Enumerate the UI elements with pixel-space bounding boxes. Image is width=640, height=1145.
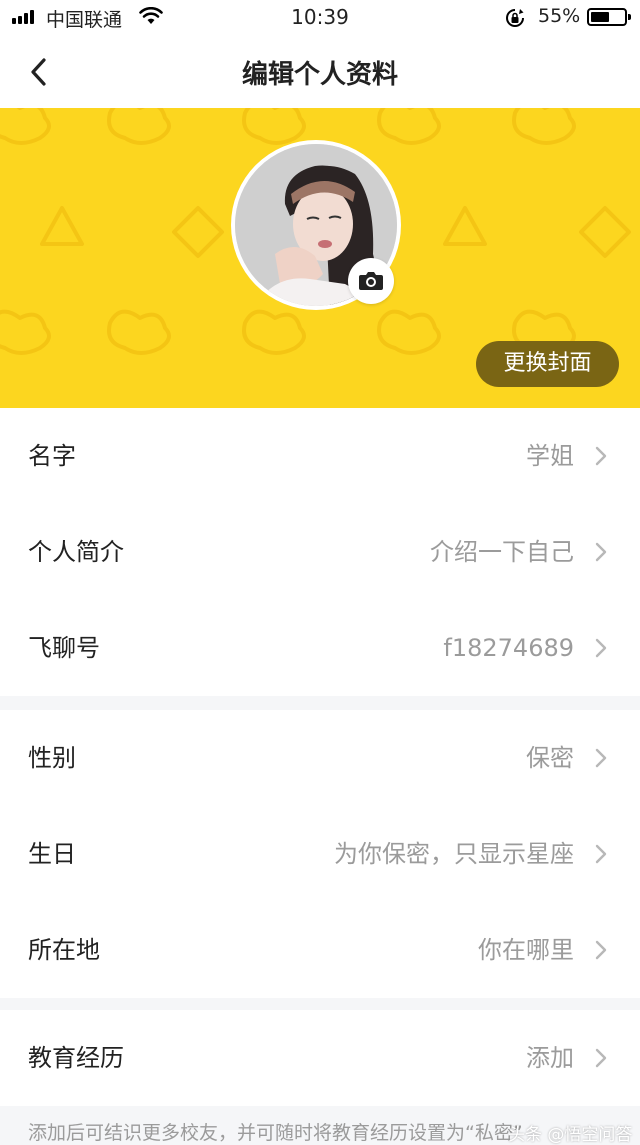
chevron-right-icon [595,940,607,960]
row-value: 学姐 [526,442,574,470]
change-cover-button[interactable]: 更换封面 [476,341,619,387]
profile-personal-section: 性别 保密 生日 为你保密，只显示星座 所在地 你在哪里 [0,710,640,998]
row-value: 为你保密，只显示星座 [334,840,574,868]
education-section: 教育经历 添加 [0,1010,640,1106]
row-label: 性别 [28,744,76,772]
row-label: 个人简介 [28,538,124,566]
location-row[interactable]: 所在地 你在哪里 [0,902,640,998]
row-label: 所在地 [28,936,100,964]
chevron-right-icon [595,638,607,658]
row-value: f18274689 [443,634,574,662]
battery-percent: 55% [538,5,581,27]
row-label: 名字 [28,442,76,470]
birthday-row[interactable]: 生日 为你保密，只显示星座 [0,806,640,902]
page-title: 编辑个人资料 [241,60,398,90]
education-row[interactable]: 教育经历 添加 [0,1010,640,1106]
nav-bar: 编辑个人资料 [0,36,640,108]
chevron-right-icon [595,844,607,864]
row-value: 你在哪里 [478,936,574,964]
chevron-right-icon [595,1048,607,1068]
rotation-lock-icon [506,9,524,27]
row-label: 飞聊号 [28,634,100,662]
feiliao-id-row[interactable]: 飞聊号 f18274689 [0,600,640,696]
chevron-right-icon [595,542,607,562]
chevron-right-icon [595,748,607,768]
battery-icon [587,8,631,26]
name-row[interactable]: 名字 学姐 [0,408,640,504]
education-hint-text: 添加后可结识更多校友，并可随时将教育经历设置为“私密” [28,1122,523,1144]
gender-row[interactable]: 性别 保密 [0,710,640,806]
chevron-right-icon [595,446,607,466]
watermark: 头条 @悟空问答 [508,1125,633,1145]
row-value: 添加 [526,1044,574,1072]
row-value: 介绍一下自己 [430,538,574,566]
change-avatar-button[interactable] [348,258,394,304]
row-value: 保密 [526,744,574,772]
profile-basic-section: 名字 学姐 个人简介 介绍一下自己 飞聊号 f18274689 [0,408,640,696]
camera-icon [359,272,383,290]
row-label: 教育经历 [28,1044,124,1072]
bio-row[interactable]: 个人简介 介绍一下自己 [0,504,640,600]
profile-cover: 更换封面 [0,108,640,408]
row-label: 生日 [28,840,76,868]
status-bar: 中国联通 10:39 55% [0,0,640,36]
